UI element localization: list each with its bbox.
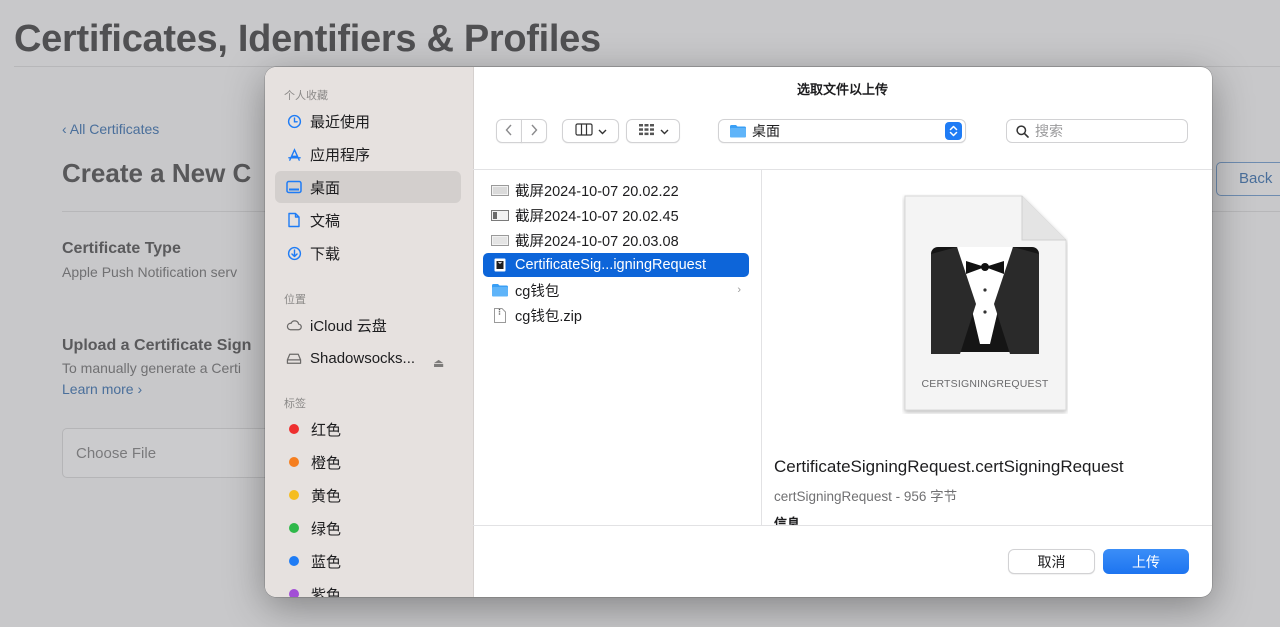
columns-view-icon: [574, 123, 593, 139]
file-row-selected[interactable]: CertificateSig...igningRequest: [483, 253, 749, 277]
tags-header: 标签: [284, 398, 306, 410]
preview-file-meta: certSigningRequest - 956 字节: [774, 489, 958, 504]
file-name: 截屏2024-10-07 20.02.22: [515, 183, 679, 200]
locations-header: 位置: [284, 294, 306, 306]
download-icon: [286, 245, 302, 261]
sidebar-tag-green[interactable]: 绿色: [275, 512, 461, 544]
divider: [473, 525, 1212, 526]
file-row[interactable]: 截屏2024-10-07 20.03.08: [483, 228, 749, 252]
sidebar-tag-blue[interactable]: 蓝色: [275, 545, 461, 577]
sidebar-item-label: 绿色: [311, 520, 342, 538]
chevron-left-icon: [505, 124, 513, 139]
search-placeholder: 搜索: [1035, 123, 1063, 139]
document-type-label: CERTSIGNINGREQUEST: [921, 378, 1049, 390]
file-chooser-dialog: 个人收藏 最近使用 应用程序 桌面 文稿 下载 位置 iCloud 云盘 Sha…: [265, 67, 1212, 597]
back-button[interactable]: Back: [1216, 162, 1280, 196]
search-icon: [1016, 124, 1029, 138]
screenshot-icon: [491, 208, 509, 222]
sidebar-item-label: 蓝色: [311, 553, 342, 571]
cancel-button[interactable]: 取消: [1008, 549, 1095, 574]
sidebar-tag-red[interactable]: 红色: [275, 413, 461, 445]
screenshot-icon: [491, 233, 509, 247]
forward-nav-button[interactable]: [521, 119, 547, 143]
sidebar-tag-yellow[interactable]: 黄色: [275, 479, 461, 511]
sidebar-item-applications[interactable]: 应用程序: [275, 138, 461, 170]
file-list-column: 截屏2024-10-07 20.02.22 截屏2024-10-07 20.02…: [473, 170, 762, 525]
desktop-icon: [286, 179, 302, 195]
updown-chevron-icon: [945, 122, 962, 140]
view-mode-button[interactable]: [562, 119, 619, 143]
upload-csr-label: Upload a Certificate Sign: [62, 337, 252, 354]
page-title: Certificates, Identifiers & Profiles: [14, 18, 601, 60]
sidebar-item-label: 橙色: [311, 454, 342, 472]
folder-icon: [729, 124, 747, 138]
certificate-type-value: Apple Push Notification serv: [62, 264, 238, 280]
group-view-button[interactable]: [626, 119, 680, 143]
sidebar-item-desktop[interactable]: 桌面: [275, 171, 461, 203]
clock-icon: [286, 113, 302, 129]
chevron-down-icon: [660, 124, 669, 138]
preview-file-name: CertificateSigningRequest.certSigningReq…: [774, 457, 1124, 476]
cloud-icon: [286, 317, 302, 333]
dialog-title: 选取文件以上传: [796, 82, 888, 97]
sidebar-tag-purple[interactable]: 紫色: [275, 578, 461, 597]
sidebar-item-label: 红色: [311, 421, 342, 439]
folder-icon: [491, 283, 509, 297]
file-name: CertificateSig...igningRequest: [515, 257, 707, 273]
chevron-right-icon: [530, 124, 538, 139]
applications-icon: [286, 146, 302, 162]
favorites-header: 个人收藏: [284, 90, 328, 102]
file-row[interactable]: 截屏2024-10-07 20.02.22: [483, 178, 749, 202]
file-name: cg钱包: [515, 283, 560, 300]
chevron-down-icon: [598, 124, 607, 138]
orange-tag-icon: [289, 457, 299, 467]
location-select[interactable]: 桌面: [718, 119, 966, 143]
green-tag-icon: [289, 523, 299, 533]
upload-csr-help: To manually generate a Certi: [62, 360, 241, 376]
sidebar-item-downloads[interactable]: 下载: [275, 237, 461, 269]
file-name: 截屏2024-10-07 20.02.45: [515, 208, 679, 225]
chevron-right-icon: ›: [737, 284, 741, 296]
preview-info-header: 信息: [774, 516, 801, 525]
file-name: 截屏2024-10-07 20.03.08: [515, 233, 679, 250]
document-icon: [286, 212, 302, 228]
drive-icon: [286, 350, 302, 366]
file-preview: CERTSIGNINGREQUEST CertificateSigningReq…: [762, 170, 1212, 525]
sidebar-item-label: 应用程序: [310, 146, 371, 164]
sidebar-tag-orange[interactable]: 橙色: [275, 446, 461, 478]
sidebar-item-label: iCloud 云盘: [310, 317, 387, 335]
upload-button[interactable]: 上传: [1103, 549, 1189, 574]
sidebar-item-icloud[interactable]: iCloud 云盘: [275, 309, 461, 341]
sidebar-item-label: 黄色: [311, 487, 342, 505]
search-input[interactable]: 搜索: [1006, 119, 1188, 143]
purple-tag-icon: [289, 589, 299, 597]
learn-more-link[interactable]: Learn more ›: [62, 381, 142, 397]
location-select-value: 桌面: [752, 123, 780, 139]
file-name: cg钱包.zip: [515, 308, 582, 325]
file-row[interactable]: 截屏2024-10-07 20.02.45: [483, 203, 749, 227]
certificate-file-icon: [491, 258, 509, 272]
back-nav-button[interactable]: [496, 119, 522, 143]
yellow-tag-icon: [289, 490, 299, 500]
sidebar-item-recents[interactable]: 最近使用: [275, 105, 461, 137]
all-certificates-link[interactable]: ‹ All Certificates: [62, 121, 159, 137]
sidebar-item-label: 下载: [310, 245, 341, 263]
sidebar-item-label: 桌面: [310, 179, 341, 197]
red-tag-icon: [289, 424, 299, 434]
sidebar-item-label: 文稿: [310, 212, 341, 230]
create-certificate-heading: Create a New C: [62, 158, 252, 188]
blue-tag-icon: [289, 556, 299, 566]
file-row[interactable]: cg钱包.zip: [483, 303, 749, 327]
zip-icon: [491, 307, 509, 323]
folder-row[interactable]: cg钱包 ›: [483, 278, 749, 302]
sidebar-item-label: 紫色: [311, 586, 342, 598]
certificate-type-label: Certificate Type: [62, 240, 181, 257]
sidebar-item-label: 最近使用: [310, 113, 371, 131]
screenshot-icon: [491, 183, 509, 197]
dialog-sidebar: 个人收藏 最近使用 应用程序 桌面 文稿 下载 位置 iCloud 云盘 Sha…: [265, 67, 474, 597]
sidebar-item-label: Shadowsocks...: [310, 349, 416, 367]
sidebar-item-documents[interactable]: 文稿: [275, 204, 461, 236]
grid-icon: [638, 123, 655, 139]
eject-icon[interactable]: ⏏: [433, 356, 444, 370]
